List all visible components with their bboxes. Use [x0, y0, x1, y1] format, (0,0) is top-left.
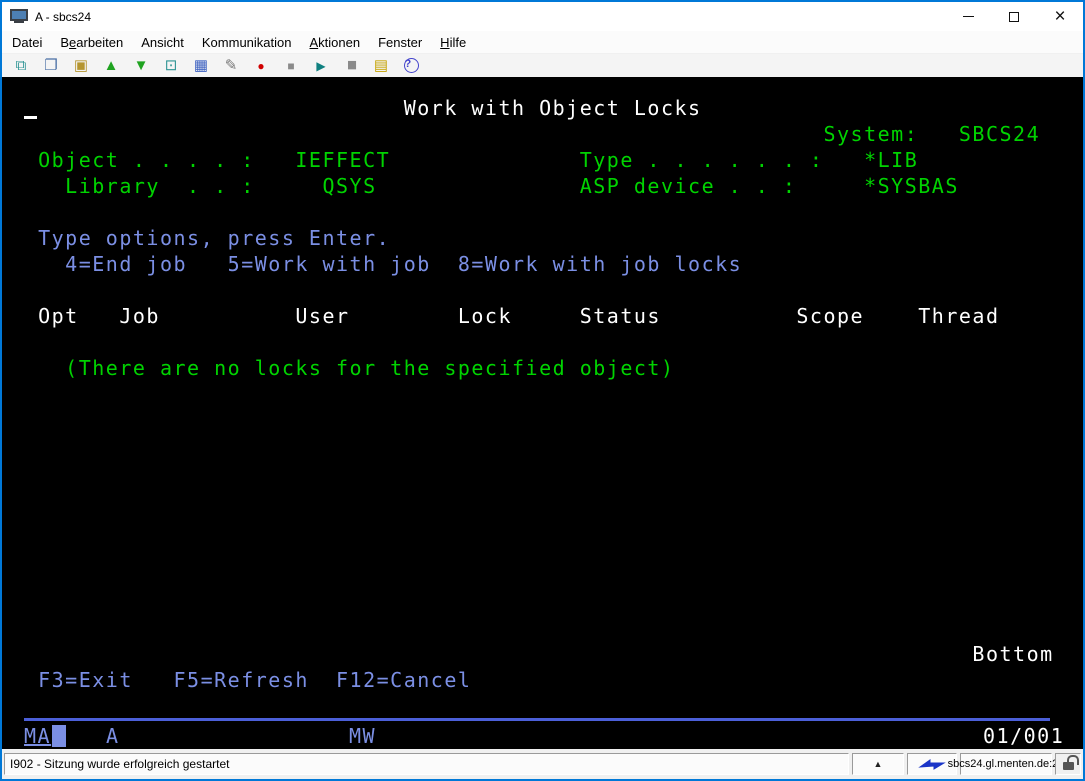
system-line: System: SBCS24: [11, 121, 1040, 147]
close-icon: ×: [1054, 6, 1065, 28]
maximize-icon: [1009, 12, 1019, 22]
oia-status-row: MA A MW 01/001: [2, 723, 1083, 749]
help-icon: ?: [404, 58, 419, 73]
copy-button[interactable]: ❐: [36, 55, 66, 77]
menu-kommunikation[interactable]: Kommunikation: [193, 33, 301, 52]
minimize-button[interactable]: [945, 2, 991, 31]
window-title: A - sbcs24: [35, 10, 91, 24]
object-type-line: Object . . . . : IEFFECT Type . . . . . …: [11, 147, 918, 173]
oia-shift-indicator: A: [106, 723, 120, 749]
screen-title: Work with Object Locks: [11, 95, 702, 121]
paste-icon: ▣: [74, 58, 88, 73]
terminal-screen[interactable]: Work with Object Locks System: SBCS24 Ob…: [2, 77, 1083, 750]
help-button[interactable]: ?: [396, 55, 426, 77]
paste-button[interactable]: ▣: [66, 55, 96, 77]
options-prompt-line: Type options, press Enter.: [11, 225, 390, 251]
stop-macro-button[interactable]: ■: [276, 55, 306, 77]
color-map-button[interactable]: ▦: [186, 55, 216, 77]
display-setup-button[interactable]: ⊡: [156, 55, 186, 77]
receive-file-button[interactable]: ▼: [126, 55, 156, 77]
expand-history-button[interactable]: ▲: [852, 753, 904, 775]
function-keys: F3=Exit F5=Refresh F12=Cancel: [11, 667, 471, 693]
color-map-icon: ▦: [194, 58, 208, 73]
menu-bearbeiten[interactable]: Bearbeiten: [51, 33, 132, 52]
oia-cursor-position: 01/001: [983, 723, 1064, 749]
status-message: I902 - Sitzung wurde erfolgreich gestart…: [4, 753, 849, 775]
pause-macro-button[interactable]: ▮▮: [336, 55, 366, 77]
copy-screen-button[interactable]: ⧉: [6, 55, 36, 77]
titlebar[interactable]: A - sbcs24 ×: [2, 2, 1083, 31]
stop-macro-icon: ■: [287, 60, 294, 72]
oia-keyboard-state: MA: [24, 723, 51, 749]
play-macro-button[interactable]: ▶: [306, 55, 336, 77]
options-list-line: 4=End job 5=Work with job 8=Work with jo…: [11, 251, 742, 277]
record-macro-button[interactable]: ●: [246, 55, 276, 77]
bottom-indicator: Bottom: [11, 641, 1054, 667]
text-cursor: [24, 116, 37, 119]
copy-icon: ❐: [44, 58, 57, 73]
up-triangle-icon: ▲: [874, 759, 883, 769]
no-locks-message: (There are no locks for the specified ob…: [11, 355, 675, 381]
record-macro-icon: ●: [257, 60, 264, 72]
menubar: Datei Bearbeiten Ansicht Kommunikation A…: [2, 31, 1083, 54]
lightning-bolt-icon: [918, 758, 946, 770]
settings-tools-icon: ✎: [225, 58, 238, 73]
receive-file-icon: ▼: [134, 58, 149, 73]
library-asp-line: Library . . : QSYS ASP device . . : *SYS…: [11, 173, 959, 199]
security-panel: [1055, 753, 1081, 775]
column-headers: Opt Job User Lock Status Scope Thread: [11, 303, 1000, 329]
play-macro-icon: ▶: [316, 60, 325, 72]
oia-separator-line: [24, 718, 1050, 721]
menu-aktionen[interactable]: Aktionen: [301, 33, 370, 52]
settings-tools-button[interactable]: ✎: [216, 55, 246, 77]
menu-ansicht[interactable]: Ansicht: [132, 33, 193, 52]
emulator-window: A - sbcs24 × Datei Bearbeiten Ansicht Ko…: [0, 0, 1085, 781]
terminal-monitor-icon: [10, 9, 28, 24]
send-file-button[interactable]: ▲: [96, 55, 126, 77]
unlocked-padlock-icon: [1063, 762, 1074, 770]
maximize-button[interactable]: [991, 2, 1037, 31]
copy-screen-icon: ⧉: [16, 58, 27, 73]
close-button[interactable]: ×: [1037, 2, 1083, 31]
send-file-icon: ▲: [104, 58, 119, 73]
host-address: sbcs24.gl.menten.de:23: [960, 753, 1052, 775]
menu-fenster[interactable]: Fenster: [369, 33, 431, 52]
oia-input-block-indicator: [52, 725, 66, 747]
oia-message-wait: MW: [349, 723, 376, 749]
menu-hilfe[interactable]: Hilfe: [431, 33, 475, 52]
toolbar: ⧉ ❐ ▣ ▲ ▼ ⊡ ▦ ✎ ● ■ ▶ ▮▮ ▤ ?: [2, 54, 1083, 77]
pause-macro-icon: ▮▮: [347, 60, 355, 71]
statusbar: I902 - Sitzung wurde erfolgreich gestart…: [2, 749, 1083, 779]
display-setup-icon: ⊡: [165, 58, 178, 73]
notepad-button[interactable]: ▤: [366, 55, 396, 77]
menu-datei[interactable]: Datei: [3, 33, 51, 52]
notepad-icon: ▤: [374, 58, 388, 73]
minimize-icon: [963, 16, 974, 17]
